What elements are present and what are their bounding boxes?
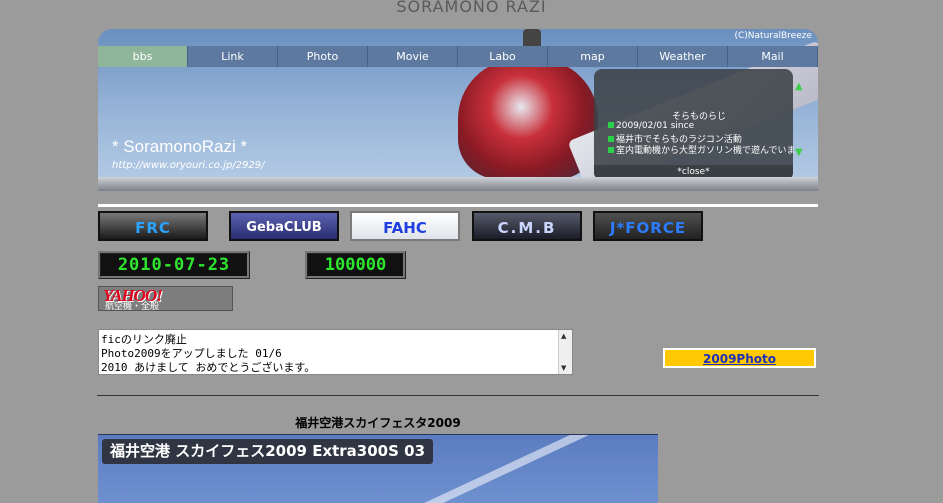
date-display: 2010-07-23 [98,251,250,279]
site-title: SORAMONO RAZI [396,0,547,16]
scroll-up-icon[interactable]: ▲ [561,332,566,340]
photo-link-box: 2009Photo [663,348,816,368]
scrollbar[interactable]: ▲ ▼ [558,330,572,374]
divider [98,204,818,207]
hit-counter: 100000 [305,251,406,279]
nav-labo[interactable]: Labo [458,46,548,67]
banner: (C)NaturalBreeze bbs Link Photo Movie La… [98,29,818,191]
nav-link[interactable]: Link [188,46,278,67]
scroll-up-arrow-icon[interactable]: ▲ [795,81,803,92]
section-title: 福井空港スカイフェスタ2009 [295,416,461,430]
link-button-cmb[interactable]: C.M.B [472,211,582,241]
copyright-text: (C)NaturalBreeze [734,31,812,41]
banner-footer-bar [98,177,818,191]
link-button-jforce[interactable]: J*FORCE [593,211,703,241]
yahoo-category: 航空機・全般 [105,302,160,312]
nav-mail[interactable]: Mail [728,46,818,67]
link-button-frc[interactable]: FRC [98,211,208,241]
nav-weather[interactable]: Weather [638,46,728,67]
notice-line: 2010 あけまして おめでとうございます。 [101,361,316,374]
link-button-gebaclub[interactable]: GebaCLUB [229,211,339,241]
photo: 福井空港 スカイフェス2009 Extra300S 03 [98,434,658,503]
banner-url: http://www.oryouri.co.jp/2929/ [112,160,265,171]
info-line: 室内電動機から大型ガソリン機で遊んでいま [608,143,796,156]
yahoo-banner-link[interactable]: YAHOO! 航空機・全般 [98,286,233,312]
nav-bbs[interactable]: bbs [98,46,188,67]
divider [97,395,819,396]
nav-map[interactable]: map [548,46,638,67]
banner-site-name: * SoramonoRazi * [112,137,248,156]
nav-photo[interactable]: Photo [278,46,368,67]
notice-textarea[interactable]: ficのリンク廃止 Photo2009をアップしました 01/6 2010 あけ… [98,329,573,375]
nav-movie[interactable]: Movie [368,46,458,67]
info-panel: そらものらじ 2009/02/01 since 福井市でそらものラジコン活動 室… [594,69,796,177]
scroll-down-arrow-icon[interactable]: ▼ [795,147,803,158]
scroll-down-icon[interactable]: ▼ [561,364,566,372]
photo-caption: 福井空港 スカイフェス2009 Extra300S 03 [102,439,434,464]
info-line: 2009/02/01 since [608,121,694,131]
nav-bar: bbs Link Photo Movie Labo map Weather Ma… [98,46,818,67]
smoke-trail-graphic [408,435,648,503]
photo-2009-link[interactable]: 2009Photo [703,352,776,366]
link-button-fahc[interactable]: FAHC [350,211,460,241]
